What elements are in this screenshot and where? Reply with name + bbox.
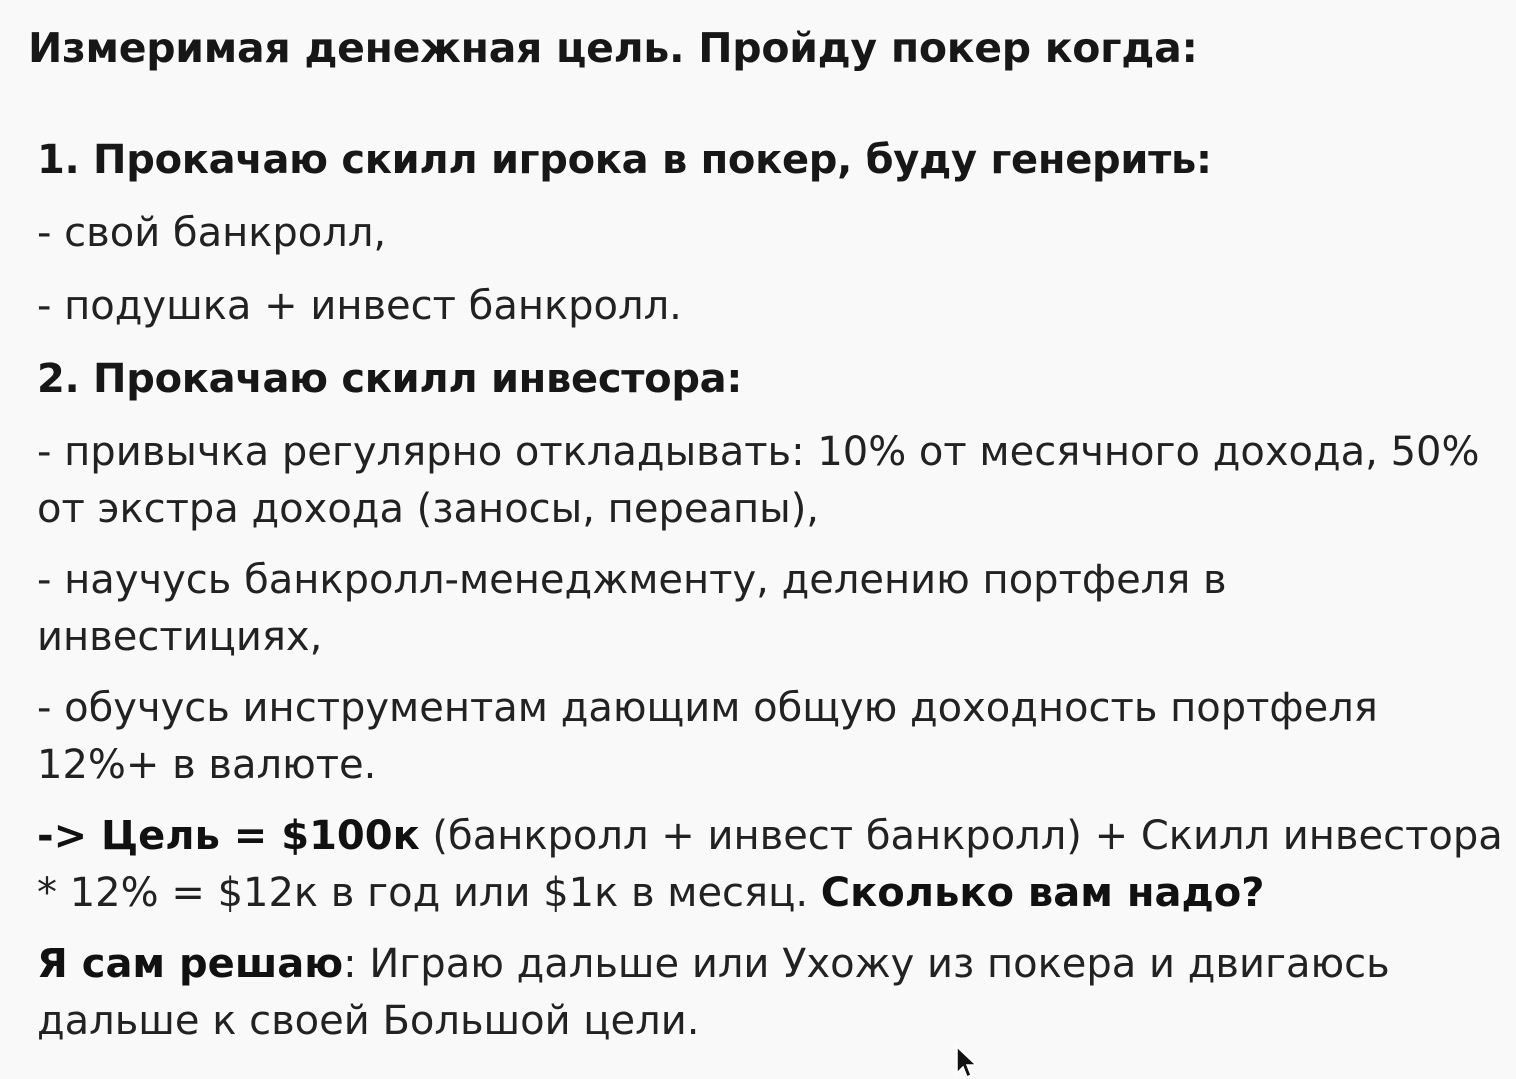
decision-bold-prefix: Я сам решаю <box>37 941 344 987</box>
decision-paragraph: Я сам решаю: Играю дальше или Ухожу из п… <box>37 936 1507 1050</box>
goal-paragraph: -> Цель = $100к (банкролл + инвест банкр… <box>37 808 1507 922</box>
section-2-item-2: - научусь банкролл-менеджменту, делению … <box>37 557 1227 660</box>
slide-title: Измеримая денежная цель. Пройду покер ко… <box>28 24 1198 72</box>
goal-question: Сколько вам надо? <box>820 870 1265 916</box>
section-2-heading: 2. Прокачаю скилл инвестора: <box>37 356 743 402</box>
slide: Измеримая денежная цель. Пройду покер ко… <box>0 0 1516 1079</box>
section-1-item-2: - подушка + инвест банкролл. <box>37 283 682 329</box>
section-1-heading: 1. Прокачаю скилл игрока в покер, буду г… <box>37 137 1212 183</box>
section-1-item-1: - свой банкролл, <box>37 210 387 256</box>
section-2-item-1: - привычка регулярно откладывать: 10% от… <box>37 429 1480 532</box>
mouse-pointer-icon <box>956 1046 978 1078</box>
section-2-item-3: - обучусь инструментам дающим общую дохо… <box>37 685 1378 788</box>
slide-content: 1. Прокачаю скилл игрока в покер, буду г… <box>37 132 1507 1066</box>
goal-bold-prefix: -> Цель = $100к <box>37 813 420 859</box>
